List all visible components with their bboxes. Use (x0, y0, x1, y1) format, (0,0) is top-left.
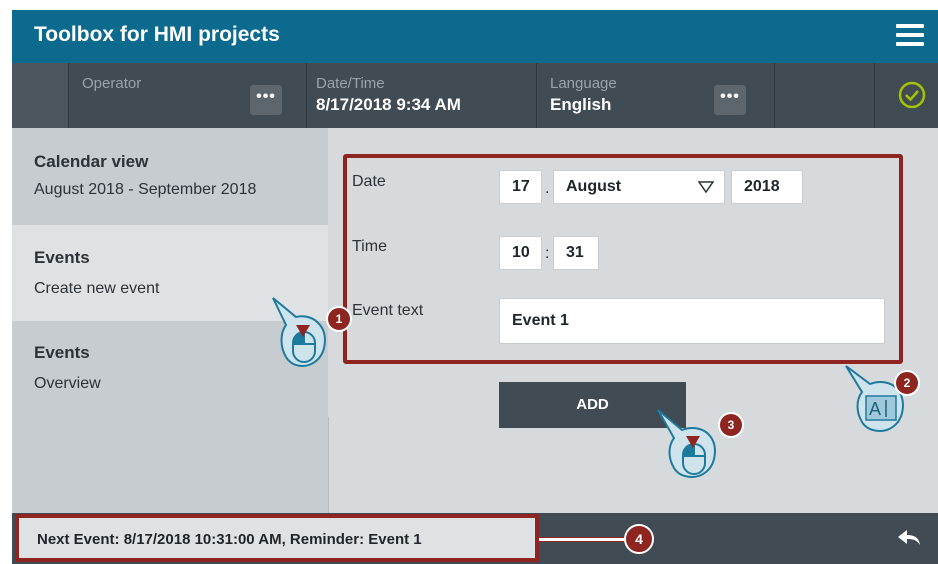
sidebar-item-title: Events (34, 343, 90, 362)
sidebar-item-subtitle: Create new event (34, 280, 160, 297)
status-cell-blank (12, 63, 69, 128)
mouse-click-bubble (272, 297, 326, 367)
callout-badge-2: 2 (894, 370, 920, 396)
sidebar-item-title: Events (34, 248, 90, 267)
menu-icon[interactable] (896, 24, 924, 48)
check-circle-icon (898, 81, 926, 109)
language-value: English (550, 95, 612, 114)
title-bar: Toolbox for HMI projects (12, 10, 938, 63)
language-label: Language (550, 75, 617, 92)
callout-badge-4: 4 (624, 524, 654, 554)
text-input-icon: A (865, 395, 897, 421)
callout-connector (539, 537, 625, 542)
back-icon[interactable] (896, 528, 922, 548)
mouse-icon (292, 331, 316, 363)
sidebar-item-subtitle: Overview (34, 375, 101, 392)
sidebar-item-subtitle: August 2018 - September 2018 (34, 181, 257, 198)
datetime-value: 8/17/2018 9:34 AM (316, 95, 461, 114)
callout-badge-3: 3 (718, 412, 744, 438)
status-bar: Operator ••• Date/Time 8/17/2018 9:34 AM… (12, 63, 938, 128)
next-event-text: Next Event: 8/17/2018 10:31:00 AM, Remin… (37, 531, 422, 548)
status-cell-empty (774, 63, 875, 128)
app-title: Toolbox for HMI projects (34, 23, 280, 46)
svg-text:A: A (869, 399, 881, 419)
datetime-cell: Date/Time 8/17/2018 9:34 AM (306, 63, 537, 128)
sidebar-item-empty (12, 417, 329, 513)
operator-label: Operator (82, 75, 142, 92)
form-highlight-box (343, 154, 903, 364)
sidebar-item-title: Calendar view (34, 152, 149, 171)
sidebar-item-calendar-view[interactable]: Calendar view August 2018 - September 20… (12, 128, 328, 226)
mouse-icon (682, 443, 706, 475)
datetime-label: Date/Time (316, 75, 385, 92)
language-cell: Language English ••• (536, 63, 775, 128)
language-more-button[interactable]: ••• (714, 85, 746, 115)
operator-more-button[interactable]: ••• (250, 85, 282, 115)
callout-badge-1: 1 (326, 306, 352, 332)
hmi-screen: Toolbox for HMI projects Operator ••• Da… (12, 10, 938, 564)
next-event-box: Next Event: 8/17/2018 10:31:00 AM, Remin… (15, 514, 539, 562)
operator-cell: Operator ••• (68, 63, 307, 128)
